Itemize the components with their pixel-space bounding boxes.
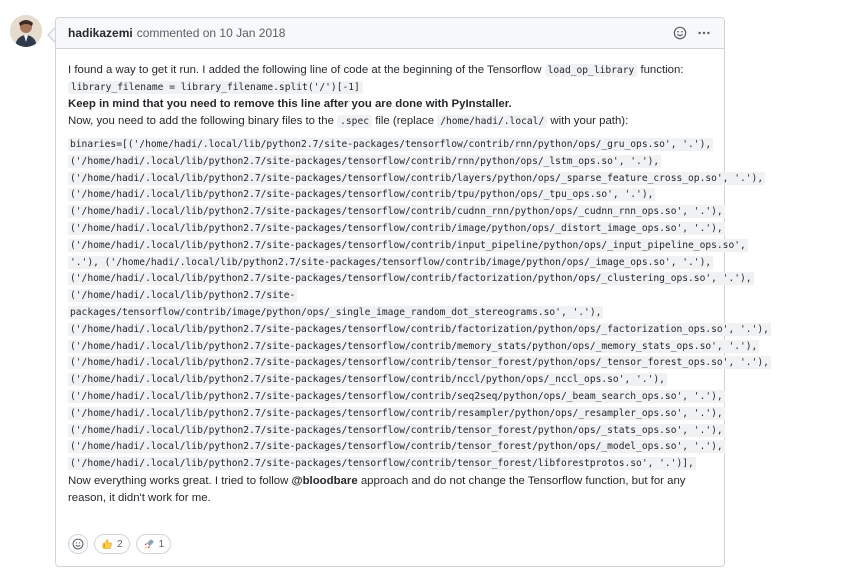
comment-header: hadikazemi commented on 10 Jan 2018 [56, 18, 724, 49]
outro-paragraph: Now everything works great. I tried to f… [68, 473, 712, 507]
inline-code-library-filename: library_filename = library_filename.spli… [68, 81, 363, 94]
code-line-text: ('/home/hadi/.local/lib/python2.7/site-p… [68, 440, 725, 454]
code-line-text: '.'), ('/home/hadi/.local/lib/python2.7/… [68, 255, 714, 269]
code-line: ('/home/hadi/.local/lib/python2.7/site-p… [68, 204, 725, 221]
inline-code-load-op: load_op_library [544, 64, 638, 77]
code-line-text: ('/home/hadi/.local/lib/python2.7/site-p… [68, 272, 754, 286]
inline-code-spec: .spec [337, 115, 373, 128]
thumbs-up-icon [102, 539, 112, 549]
inline-code-path: /home/hadi/.local/ [437, 115, 548, 128]
code-line: ('/home/hadi/.local/lib/python2.7/site-p… [68, 271, 754, 288]
code-line: ('/home/hadi/.local/lib/python2.7/site-p… [68, 423, 725, 440]
header-actions [672, 25, 712, 41]
code-line-text: ('/home/hadi/.local/lib/python2.7/site-p… [68, 356, 771, 370]
intro-text: I found a way to get it run. I added the… [68, 64, 542, 76]
smile-icon [72, 538, 84, 550]
code-line-text: ('/home/hadi/.local/lib/python2.7/site-p… [68, 389, 725, 403]
add-reaction-button[interactable] [68, 534, 88, 554]
comment-meta[interactable]: commented on 10 Jan 2018 [137, 26, 286, 40]
avatar-image [10, 15, 42, 47]
code-line: ('/home/hadi/.local/lib/python2.7/site-p… [68, 456, 712, 473]
code-line-text: ('/home/hadi/.local/lib/python2.7/site-p… [68, 406, 725, 420]
thumbs-up-reaction[interactable]: 2 [94, 534, 130, 554]
outro-prefix: Now everything works great. I tried to f… [68, 474, 289, 487]
kebab-icon[interactable] [696, 25, 712, 41]
code-line: ('/home/hadi/.local/lib/python2.7/site-p… [68, 221, 725, 238]
code-line: '.'), ('/home/hadi/.local/lib/python2.7/… [68, 255, 714, 272]
code-line-text: ('/home/hadi/.local/lib/python2.7/site-p… [68, 188, 656, 202]
code-line-text: ('/home/hadi/.local/lib/python2.7/site-p… [68, 423, 725, 437]
code-line-text: ('/home/hadi/.local/lib/python2.7/site-p… [68, 154, 662, 168]
code-line-text: ('/home/hadi/.local/lib/python2.7/site-p… [68, 373, 667, 387]
rocket-count: 1 [158, 538, 165, 550]
intro-suffix: function: [640, 64, 684, 76]
code-line: binaries=[('/home/hadi/.local/lib/python… [68, 137, 714, 154]
code-line-text: binaries=[('/home/hadi/.local/lib/python… [68, 138, 714, 151]
code-line: ('/home/hadi/.local/lib/python2.7/site-p… [68, 355, 771, 372]
warning-text: Keep in mind that you need to remove thi… [68, 98, 512, 110]
code-line: ('/home/hadi/.local/lib/python2.7/site-p… [68, 154, 712, 171]
code-line-text: ('/home/hadi/.local/lib/python2.7/site-p… [68, 205, 725, 219]
author-avatar[interactable] [10, 15, 42, 47]
binaries-code-block: binaries=[('/home/hadi/.local/lib/python… [68, 137, 771, 473]
comment-author[interactable]: hadikazemi [68, 26, 133, 40]
add-suffix: with your path): [550, 115, 629, 127]
user-mention-link[interactable]: @bloodbare [291, 475, 357, 487]
add-prefix: Now, you need to add the following binar… [68, 115, 334, 127]
code-line: ('/home/hadi/.local/lib/python2.7/site-p… [68, 322, 771, 339]
code-line: ('/home/hadi/.local/lib/python2.7/site-p… [68, 339, 760, 356]
code-line: ('/home/hadi/.local/lib/python2.7/site-p… [68, 389, 725, 406]
code-line: ('/home/hadi/.local/lib/python2.7/site-p… [68, 238, 748, 255]
comment-card: hadikazemi commented on 10 Jan 2018 I fo… [55, 17, 771, 567]
code-line-text: ('/home/hadi/.local/lib/python2.7/site-p… [68, 171, 766, 185]
code-line: packages/tensorflow/contrib/image/python… [68, 305, 712, 322]
code-line-text: ('/home/hadi/.local/lib/python2.7/site-p… [68, 457, 696, 471]
thumbs-up-count: 2 [117, 538, 123, 550]
code-line-text: ('/home/hadi/.local/lib/python2.7/site- [68, 289, 298, 303]
code-line: ('/home/hadi/.local/lib/python2.7/site-p… [68, 439, 725, 456]
rocket-icon [144, 539, 154, 549]
code-line-text: ('/home/hadi/.local/lib/python2.7/site-p… [68, 322, 771, 336]
code-line: ('/home/hadi/.local/lib/python2.7/site-p… [68, 406, 725, 423]
code-line: ('/home/hadi/.local/lib/python2.7/site- [68, 288, 712, 305]
code-line: ('/home/hadi/.local/lib/python2.7/site-p… [68, 171, 766, 188]
code-line-text: ('/home/hadi/.local/lib/python2.7/site-p… [68, 339, 760, 353]
reactions-bar: 2 1 [68, 534, 172, 554]
smile-icon[interactable] [672, 25, 688, 41]
code-line-text: ('/home/hadi/.local/lib/python2.7/site-p… [68, 238, 748, 252]
code-line: ('/home/hadi/.local/lib/python2.7/site-p… [68, 372, 712, 389]
add-middle: file (replace [375, 115, 435, 127]
code-line-text: packages/tensorflow/contrib/image/python… [68, 305, 604, 319]
code-line: ('/home/hadi/.local/lib/python2.7/site-p… [68, 187, 712, 204]
code-line-text: ('/home/hadi/.local/lib/python2.7/site-p… [68, 221, 725, 235]
intro-paragraph: I found a way to get it run. I added the… [68, 62, 712, 130]
rocket-reaction[interactable]: 1 [135, 534, 172, 554]
comment-body: I found a way to get it run. I added the… [56, 49, 771, 507]
